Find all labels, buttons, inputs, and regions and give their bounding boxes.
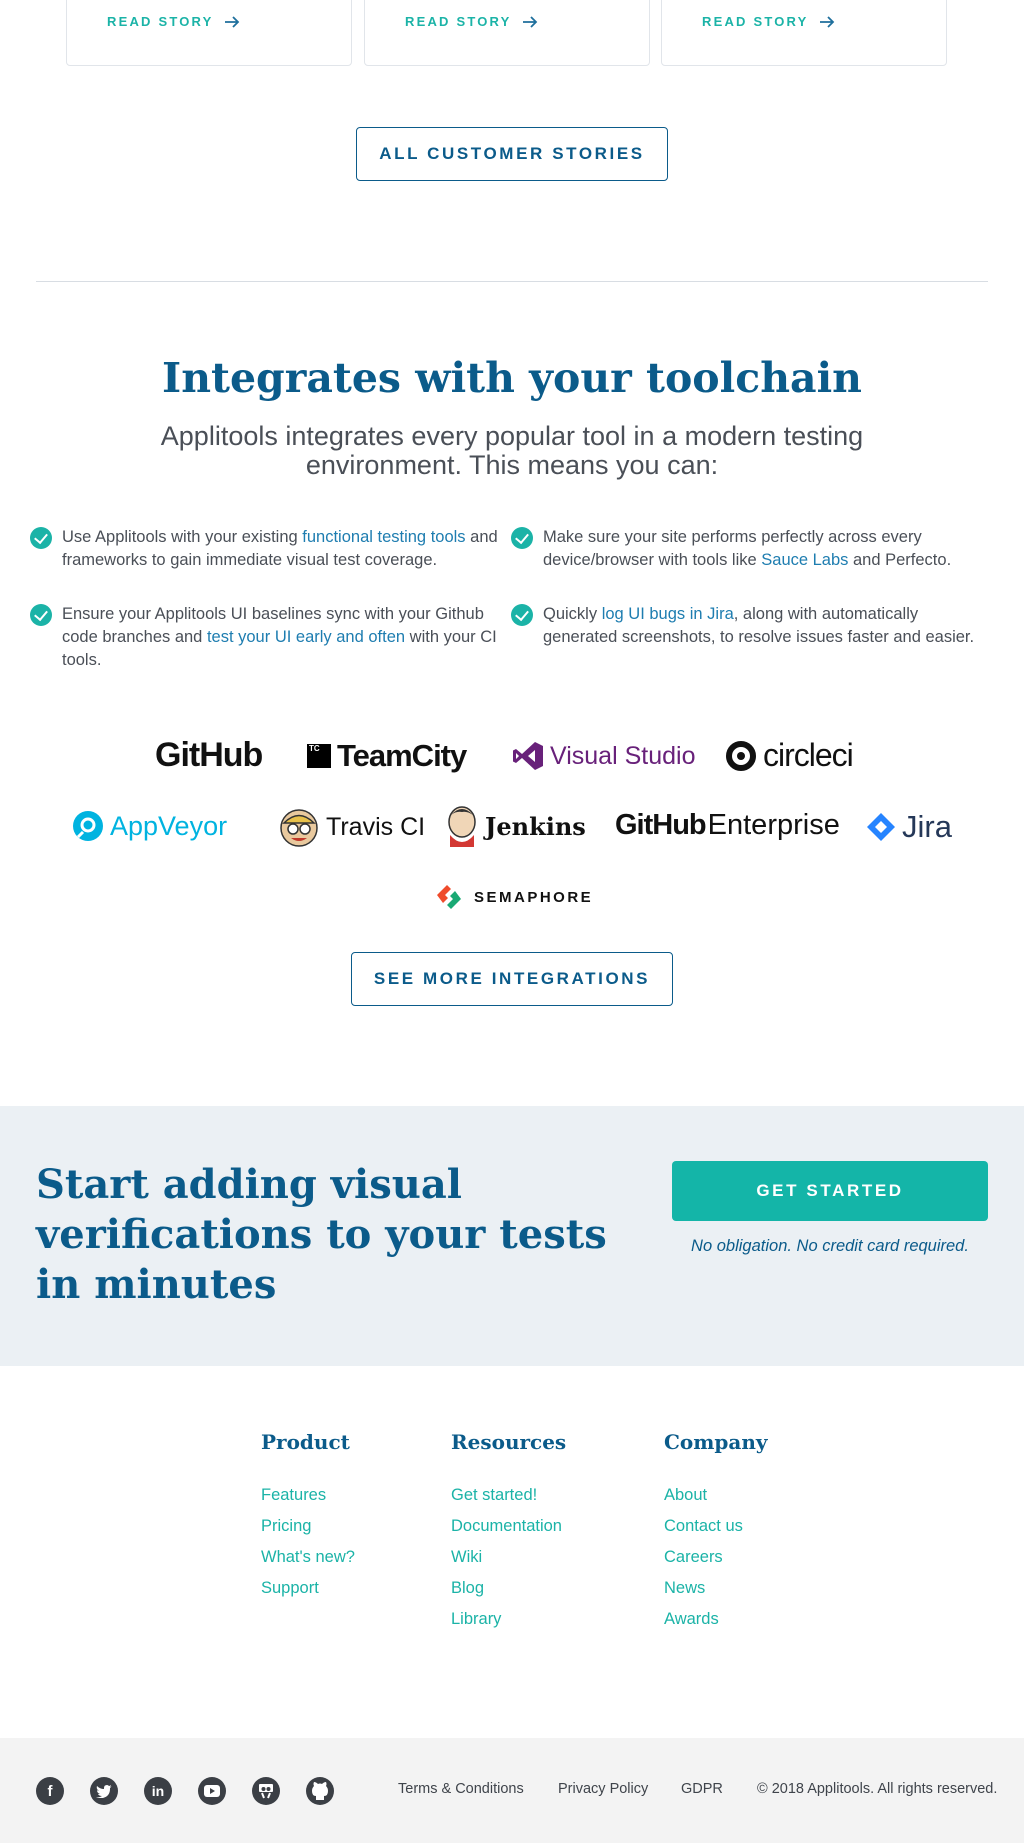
linkedin-icon[interactable]: in — [144, 1777, 172, 1805]
sauce-labs-link[interactable]: Sauce Labs — [761, 551, 848, 569]
footer-link-news[interactable]: News — [664, 1573, 768, 1604]
visual-studio-icon — [513, 742, 543, 770]
footer-link-wiki[interactable]: Wiki — [451, 1542, 566, 1573]
slideshare-icon[interactable] — [252, 1777, 280, 1805]
integration-bullet: Quickly log UI bugs in Jira, along with … — [511, 603, 995, 649]
check-icon — [511, 527, 533, 549]
github-enterprise-logo: GitHub Enterprise — [615, 809, 840, 841]
footer-link-awards[interactable]: Awards — [664, 1604, 768, 1635]
story-card: READ STORY — [661, 0, 947, 66]
footer-company-heading: Company — [664, 1430, 768, 1454]
read-story-link[interactable]: READ STORY — [405, 14, 538, 29]
read-story-link[interactable]: READ STORY — [702, 14, 835, 29]
footer-link-careers[interactable]: Careers — [664, 1542, 768, 1573]
jenkins-icon — [448, 806, 476, 847]
youtube-icon[interactable] — [198, 1777, 226, 1805]
integrations-lead: Applitools integrates every popular tool… — [160, 421, 864, 480]
gdpr-link[interactable]: GDPR — [681, 1781, 723, 1797]
integration-bullet: Use Applitools with your existing functi… — [30, 526, 508, 572]
functional-testing-tools-link[interactable]: functional testing tools — [302, 528, 465, 546]
cta-note: No obligation. No credit card required. — [691, 1237, 969, 1255]
travis-ci-icon — [280, 809, 318, 847]
terms-link[interactable]: Terms & Conditions — [398, 1781, 524, 1797]
log-ui-bugs-jira-link[interactable]: log UI bugs in Jira — [602, 605, 734, 623]
section-divider — [36, 281, 988, 282]
check-icon — [30, 527, 52, 549]
circleci-logo: circleci — [725, 737, 854, 774]
footer-link-pricing[interactable]: Pricing — [261, 1511, 355, 1542]
get-started-button[interactable]: GET STARTED — [672, 1161, 988, 1221]
arrow-right-icon — [819, 15, 834, 28]
read-story-label: READ STORY — [405, 14, 512, 29]
footer-link-about[interactable]: About — [664, 1480, 768, 1511]
travis-ci-logo: Travis CI — [278, 806, 425, 848]
check-icon — [511, 604, 533, 626]
integration-bullet: Ensure your Applitools UI baselines sync… — [30, 603, 508, 672]
teamcity-icon: TC — [307, 744, 331, 768]
github-logo: GitHub — [155, 736, 263, 774]
footer-link-support[interactable]: Support — [261, 1573, 355, 1604]
appveyor-icon — [73, 811, 103, 841]
footer-link-contact-us[interactable]: Contact us — [664, 1511, 768, 1542]
appveyor-logo: AppVeyor — [72, 810, 227, 842]
footer-company-column: Company About Contact us Careers News Aw… — [664, 1430, 768, 1635]
read-story-label: READ STORY — [702, 14, 809, 29]
integration-bullet: Make sure your site performs perfectly a… — [511, 526, 995, 572]
copyright-text: © 2018 Applitools. All rights reserved. — [757, 1781, 998, 1797]
story-card: READ STORY — [66, 0, 352, 66]
visual-studio-logo: Visual Studio — [512, 740, 695, 772]
teamcity-logo: TC TeamCity — [307, 738, 467, 773]
arrow-right-icon — [224, 15, 239, 28]
see-more-integrations-button[interactable]: SEE MORE INTEGRATIONS — [351, 952, 673, 1006]
footer-link-library[interactable]: Library — [451, 1604, 566, 1635]
arrow-right-icon — [522, 15, 537, 28]
footer-link-documentation[interactable]: Documentation — [451, 1511, 566, 1542]
semaphore-logo: SEMAPHORE — [434, 882, 593, 912]
privacy-policy-link[interactable]: Privacy Policy — [558, 1781, 648, 1797]
integrations-title: Integrates with your toolchain — [162, 354, 862, 402]
footer-product-column: Product Features Pricing What's new? Sup… — [261, 1430, 355, 1604]
jira-icon — [867, 813, 895, 841]
footer-link-whats-new[interactable]: What's new? — [261, 1542, 355, 1573]
read-story-link[interactable]: READ STORY — [107, 14, 240, 29]
circleci-icon — [726, 740, 756, 771]
test-ui-early-link[interactable]: test your UI early and often — [207, 628, 405, 646]
read-story-label: READ STORY — [107, 14, 214, 29]
footer-link-get-started[interactable]: Get started! — [451, 1480, 566, 1511]
twitter-icon[interactable] — [90, 1777, 118, 1805]
footer-resources-heading: Resources — [451, 1430, 567, 1454]
check-icon — [30, 604, 52, 626]
jira-logo: Jira — [866, 809, 952, 845]
facebook-icon[interactable]: f — [36, 1777, 64, 1805]
jenkins-logo: Jenkins — [445, 805, 586, 847]
story-card: READ STORY — [364, 0, 650, 66]
semaphore-icon — [437, 885, 461, 909]
footer-product-heading: Product — [261, 1430, 350, 1454]
all-customer-stories-button[interactable]: ALL CUSTOMER STORIES — [356, 127, 668, 181]
github-icon[interactable] — [306, 1777, 334, 1805]
footer-link-features[interactable]: Features — [261, 1480, 355, 1511]
footer-resources-column: Resources Get started! Documentation Wik… — [451, 1430, 566, 1635]
footer-link-blog[interactable]: Blog — [451, 1573, 566, 1604]
cta-title: Start adding visual verifications to you… — [36, 1161, 607, 1308]
